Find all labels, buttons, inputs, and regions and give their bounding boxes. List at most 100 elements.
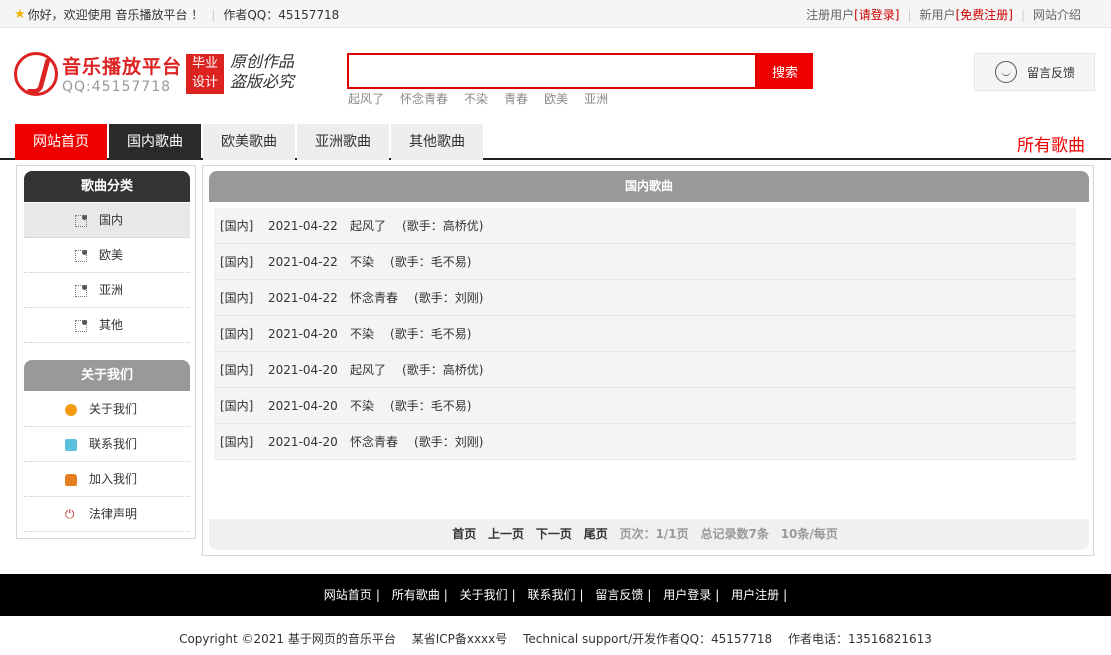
- sidebar-item-asian[interactable]: 亚洲: [24, 273, 190, 308]
- hot-keyword[interactable]: 不染: [464, 90, 488, 107]
- per-page-info: 10条/每页: [780, 527, 838, 541]
- category-icon: [75, 215, 87, 227]
- info-icon: [65, 404, 77, 416]
- song-category: [国内]: [220, 399, 254, 413]
- list-item[interactable]: [国内] 2021-04-22 怀念青春 (歌手：刘刚): [214, 280, 1076, 316]
- sidebar-item-legal[interactable]: ⏻ 法律声明: [24, 497, 190, 532]
- footer-link-register[interactable]: 用户注册: [731, 588, 779, 602]
- divider: |: [907, 7, 912, 22]
- footer-link-feedback[interactable]: 留言反馈: [595, 588, 643, 602]
- footer-link-home[interactable]: 网站首页: [324, 588, 372, 602]
- song-category: [国内]: [220, 327, 254, 341]
- sidebar-item-label: 其他: [99, 318, 124, 332]
- sidebar: 歌曲分类 国内 欧美 亚洲 其他 关于我们 关于我们 联系我们 加入我们 ⏻ 法…: [16, 165, 196, 539]
- search-input[interactable]: [347, 53, 757, 89]
- total-info: 总记录数7条: [700, 527, 769, 541]
- song-title[interactable]: 怀念青春: [350, 280, 398, 316]
- first-page-link[interactable]: 首页: [452, 527, 476, 541]
- song-title[interactable]: 不染: [350, 388, 374, 424]
- phone-text: 作者电话：13516821613: [787, 632, 932, 646]
- prev-page-link[interactable]: 上一页: [488, 527, 524, 541]
- song-date: 2021-04-22: [268, 291, 338, 305]
- sidebar-item-label: 欧美: [99, 248, 124, 262]
- sidebar-item-about[interactable]: 关于我们: [24, 392, 190, 427]
- list-item[interactable]: [国内] 2021-04-22 起风了 (歌手：高桥优): [214, 208, 1076, 244]
- logo-script: 原创作品 盗版必究: [230, 52, 294, 92]
- welcome-text: 你好，欢迎使用 音乐播放平台 ！: [27, 8, 204, 22]
- song-date: 2021-04-20: [268, 399, 338, 413]
- logo-title: 音乐播放平台: [62, 56, 183, 78]
- song-title[interactable]: 不染: [350, 244, 374, 280]
- logo-script-line2: 盗版必究: [230, 72, 295, 91]
- song-date: 2021-04-20: [268, 327, 338, 341]
- list-item[interactable]: [国内] 2021-04-20 不染 (歌手：毛不易): [214, 316, 1076, 352]
- footer-separator: |: [715, 588, 720, 602]
- category-title: 歌曲分类: [24, 171, 190, 202]
- song-title[interactable]: 不染: [350, 316, 374, 352]
- logo-qq: QQ:45157718: [62, 79, 172, 95]
- sidebar-item-join[interactable]: 加入我们: [24, 462, 190, 497]
- hot-keyword[interactable]: 欧美: [544, 90, 568, 107]
- sidebar-item-label: 法律声明: [89, 507, 138, 521]
- sidebar-item-contact[interactable]: 联系我们: [24, 427, 190, 462]
- song-category: [国内]: [220, 255, 254, 269]
- footer-separator: |: [783, 588, 788, 602]
- hot-keyword[interactable]: 怀念青春: [400, 90, 448, 107]
- headset-icon: [995, 61, 1017, 83]
- support-text: Technical support/开发作者QQ：45157718: [523, 632, 773, 646]
- nav-item-domestic[interactable]: 国内歌曲: [109, 124, 201, 160]
- feedback-label: 留言反馈: [1027, 65, 1076, 80]
- list-item[interactable]: [国内] 2021-04-20 起风了 (歌手：高桥优): [214, 352, 1076, 388]
- hot-keyword[interactable]: 青春: [504, 90, 528, 107]
- list-item[interactable]: [国内] 2021-04-22 不染 (歌手：毛不易): [214, 244, 1076, 280]
- register-label: 注册用户: [806, 8, 855, 22]
- panel-title: 国内歌曲: [209, 171, 1089, 202]
- nav-item-western[interactable]: 欧美歌曲: [203, 124, 295, 160]
- sidebar-item-label: 加入我们: [89, 472, 138, 486]
- new-user-label: 新用户: [919, 8, 956, 22]
- song-category: [国内]: [220, 435, 254, 449]
- footer-link-all-songs[interactable]: 所有歌曲: [392, 588, 440, 602]
- song-list: [国内] 2021-04-22 起风了 (歌手：高桥优) [国内] 2021-04-22…: [214, 208, 1076, 460]
- sidebar-item-other[interactable]: 其他: [24, 308, 190, 343]
- song-title[interactable]: 怀念青春: [350, 424, 398, 460]
- contact-card-icon: [65, 439, 77, 451]
- list-item[interactable]: [国内] 2021-04-20 不染 (歌手：毛不易): [214, 388, 1076, 424]
- footer-separator: |: [375, 588, 380, 602]
- list-item[interactable]: [国内] 2021-04-20 怀念青春 (歌手：刘刚): [214, 424, 1076, 460]
- last-page-link[interactable]: 尾页: [584, 527, 608, 541]
- footer-link-about[interactable]: 关于我们: [460, 588, 508, 602]
- song-title[interactable]: 起风了: [350, 352, 386, 388]
- logo-badge: 毕业 设计: [186, 54, 224, 94]
- sidebar-item-domestic[interactable]: 国内: [24, 203, 190, 238]
- next-page-link[interactable]: 下一页: [536, 527, 572, 541]
- about-site-link[interactable]: 网站介绍: [1033, 6, 1081, 23]
- nav-item-asian[interactable]: 亚洲歌曲: [297, 124, 389, 160]
- song-title[interactable]: 起风了: [350, 208, 386, 244]
- hot-keyword[interactable]: 亚洲: [584, 90, 608, 107]
- about-title: 关于我们: [24, 360, 190, 391]
- signup-link[interactable]: [免费注册]: [956, 6, 1013, 23]
- login-link[interactable]: [请登录]: [854, 6, 899, 23]
- author-qq-text: 作者QQ：45157718: [223, 8, 340, 22]
- category-icon: [75, 320, 87, 332]
- hot-keyword[interactable]: 起风了: [348, 90, 384, 107]
- site-logo[interactable]: 音乐播放平台 QQ:45157718 毕业 设计 原创作品 盗版必究: [14, 52, 304, 100]
- search-button[interactable]: 搜索: [757, 53, 813, 89]
- feedback-button[interactable]: 留言反馈: [974, 53, 1095, 91]
- song-category: [国内]: [220, 291, 254, 305]
- logo-badge-line2: 设计: [191, 75, 218, 90]
- song-category: [国内]: [220, 219, 254, 233]
- footer-link-login[interactable]: 用户登录: [663, 588, 711, 602]
- copyright: Copyright ©2021 基于网页的音乐平台 某省ICP备xxxx号 Te…: [0, 630, 1111, 647]
- nav-item-other[interactable]: 其他歌曲: [391, 124, 483, 160]
- sidebar-item-western[interactable]: 欧美: [24, 238, 190, 273]
- footer-link-contact[interactable]: 联系我们: [527, 588, 575, 602]
- top-bar: ★ 你好，欢迎使用 音乐播放平台 ！ | 作者QQ：45157718 注册用户 …: [0, 0, 1111, 28]
- nav-item-home[interactable]: 网站首页: [15, 124, 107, 160]
- sidebar-item-label: 联系我们: [89, 437, 138, 451]
- power-icon: ⏻: [65, 507, 75, 521]
- all-songs-link[interactable]: 所有歌曲: [1017, 131, 1085, 156]
- song-singer: (歌手：高桥优): [402, 219, 484, 233]
- pagination: 首页 上一页 下一页 尾页 页次：1/1页 总记录数7条 10条/每页: [209, 519, 1089, 550]
